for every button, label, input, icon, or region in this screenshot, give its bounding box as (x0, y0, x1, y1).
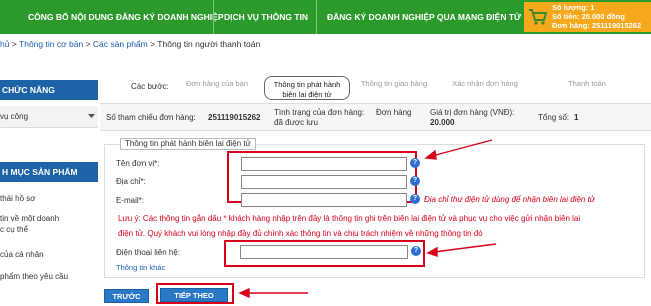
arrow-icon (424, 139, 493, 160)
annotation-arrows (238, 139, 497, 299)
arrow-icon (238, 287, 308, 299)
arrow-icon (426, 243, 497, 257)
